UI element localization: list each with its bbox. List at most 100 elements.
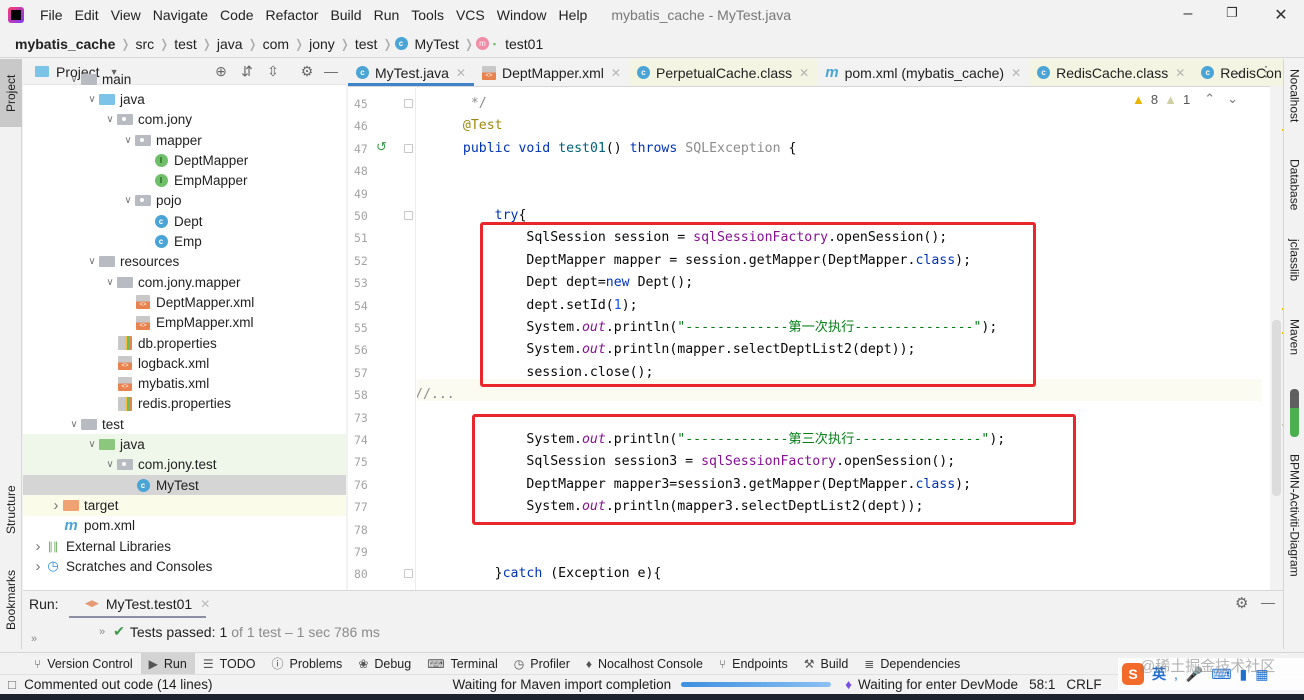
collapse-arrow-icon[interactable]: › (31, 558, 45, 575)
expand-arrow-icon[interactable]: ∨ (103, 277, 117, 288)
tab-maven[interactable]: Maven (1284, 319, 1304, 379)
tool-window-problems[interactable]: ⓘ Problems (264, 653, 351, 675)
tree-item[interactable]: ∨ java (23, 89, 346, 109)
tree-item[interactable]: <> DeptMapper.xml (23, 292, 346, 312)
tool-window-run[interactable]: ▶ Run (140, 652, 195, 675)
expand-arrow-icon[interactable]: ∨ (85, 439, 99, 450)
tree-item[interactable]: c MyTest (23, 475, 346, 496)
tool-window-nocalhost-console[interactable]: ♦ Nocalhost Console (578, 653, 711, 675)
tree-item[interactable]: I DeptMapper (23, 150, 346, 170)
run-tab-mytest[interactable]: ◀▶ MyTest.test01 ✕ (69, 591, 210, 618)
tool-window-debug[interactable]: ❀ Debug (350, 653, 419, 675)
restore-button[interactable]: ❐ (1222, 5, 1242, 21)
next-highlight-icon[interactable]: ⌄ (1227, 91, 1238, 107)
expand-icon[interactable]: » (99, 626, 105, 638)
close-tab-icon[interactable]: ✕ (1175, 66, 1185, 80)
editor-tab[interactable]: m pom.xml (mybatis_cache) ✕ (817, 59, 1029, 86)
tree-item[interactable]: › ∥∥ External Libraries (23, 536, 346, 556)
tool-window-version-control[interactable]: ⑂ Version Control (26, 653, 141, 675)
tool-window-todo[interactable]: ☰ TODO (195, 653, 264, 675)
menu-edit[interactable]: Edit (69, 7, 105, 23)
tab-project[interactable]: Project (0, 59, 22, 127)
tree-item[interactable]: ∨ main (23, 69, 346, 89)
more-actions-icon[interactable]: » (31, 633, 37, 645)
caret-position[interactable]: 58:1 (1029, 677, 1055, 692)
tree-item[interactable]: I EmpMapper (23, 171, 346, 191)
minimize-button[interactable]: – (1178, 5, 1198, 23)
line-ending[interactable]: CRLF (1066, 677, 1101, 692)
code-line[interactable]: //... (417, 384, 455, 406)
tree-item[interactable]: ∨ com.jony.mapper (23, 272, 346, 292)
tab-list-chevron-icon[interactable]: ⌄ (1234, 64, 1244, 78)
tab-structure[interactable]: Structure (0, 469, 22, 551)
breadcrumb-item[interactable]: mybatis_cache (12, 36, 118, 52)
menu-build[interactable]: Build (324, 7, 367, 23)
breadcrumb-item[interactable]: test (171, 36, 200, 52)
tool-window-terminal[interactable]: ⌨ Terminal (419, 653, 506, 675)
collapse-arrow-icon[interactable]: › (49, 497, 63, 514)
code-area[interactable]: */ @Test public void test01() throws SQL… (417, 88, 1270, 590)
menu-refactor[interactable]: Refactor (260, 7, 325, 23)
tree-item[interactable]: › target (23, 495, 346, 516)
tool-window-profiler[interactable]: ◷ Profiler (506, 653, 578, 675)
hide-panel-icon[interactable]: — (1261, 594, 1275, 610)
devmode-status[interactable]: Waiting for enter DevMode (858, 677, 1018, 692)
collapse-arrow-icon[interactable]: › (31, 538, 45, 555)
tree-item[interactable]: › ◷ Scratches and Consoles (23, 556, 346, 576)
expand-arrow-icon[interactable]: ∨ (121, 195, 135, 206)
close-tab-icon[interactable]: ✕ (611, 66, 621, 80)
editor-scrollbar[interactable] (1272, 320, 1281, 496)
menu-view[interactable]: View (105, 7, 147, 23)
fold-toggle-icon[interactable] (404, 99, 413, 108)
menu-help[interactable]: Help (553, 7, 594, 23)
menu-window[interactable]: Window (491, 7, 553, 23)
tab-nocalhost[interactable]: Nocalhost (1284, 69, 1304, 149)
background-task[interactable]: Waiting for Maven import completion (453, 677, 672, 692)
menu-navigate[interactable]: Navigate (147, 7, 214, 23)
panel-toggle-icon[interactable]: □ (8, 677, 16, 692)
inspection-widget[interactable]: ▲ 8 ▲ 1 ⌃ ⌄ (1132, 91, 1238, 107)
expand-arrow-icon[interactable]: ∨ (85, 256, 99, 267)
tree-item[interactable]: ∨ resources (23, 252, 346, 272)
breadcrumb-item[interactable]: src (132, 36, 157, 52)
close-icon[interactable]: ✕ (200, 597, 210, 611)
code-line[interactable]: public void test01() throws SQLException… (447, 138, 797, 160)
menu-code[interactable]: Code (214, 7, 259, 23)
tree-item[interactable]: ∨ test (23, 414, 346, 434)
code-line[interactable]: */ (447, 93, 487, 115)
more-tabs-icon[interactable]: ⋮ (1259, 63, 1273, 80)
menu-run[interactable]: Run (368, 7, 406, 23)
breadcrumb-item[interactable]: test (352, 36, 381, 52)
editor-tab[interactable]: c MyTest.java ✕ (348, 59, 474, 86)
expand-arrow-icon[interactable]: ∨ (85, 94, 99, 105)
fold-toggle-icon[interactable] (404, 143, 413, 153)
tree-item[interactable]: ∨ java (23, 434, 346, 455)
tool-window-dependencies[interactable]: ≣ Dependencies (856, 653, 968, 675)
gear-icon[interactable]: ⚙ (1235, 594, 1248, 612)
tree-item[interactable]: <> EmpMapper.xml (23, 313, 346, 333)
breadcrumb-item[interactable]: test01 (502, 36, 546, 52)
expand-arrow-icon[interactable]: ∨ (103, 114, 117, 125)
tab-bpmn-activiti-diagram[interactable]: BPMN-Activiti-Diagram (1284, 454, 1304, 639)
tab-database[interactable]: Database (1284, 159, 1304, 229)
tool-window-endpoints[interactable]: ⑂ Endpoints (711, 653, 796, 675)
expand-arrow-icon[interactable]: ∨ (67, 74, 81, 85)
tab-jclasslib[interactable]: jclasslib (1284, 239, 1304, 309)
code-line[interactable]: @Test (447, 115, 503, 137)
expand-arrow-icon[interactable]: ∨ (67, 419, 81, 430)
tree-item[interactable]: redis.properties (23, 394, 346, 414)
tree-item[interactable]: c Emp (23, 231, 346, 251)
previous-highlight-icon[interactable]: ⌃ (1204, 91, 1215, 107)
tree-item[interactable]: m pom.xml (23, 516, 346, 536)
close-tab-icon[interactable]: ✕ (799, 66, 809, 80)
breadcrumb-item[interactable]: java (214, 36, 246, 52)
breadcrumb-item[interactable]: jony (306, 36, 338, 52)
tree-item[interactable]: ∨ com.jony.test (23, 454, 346, 475)
tree-item[interactable]: <> mybatis.xml (23, 374, 346, 394)
breadcrumb-item[interactable]: com (260, 36, 292, 52)
tree-item[interactable]: ∨ mapper (23, 130, 346, 150)
breadcrumb-item[interactable]: MyTest (412, 36, 462, 52)
tree-item[interactable]: db.properties (23, 333, 346, 353)
close-window-button[interactable]: ✕ (1271, 5, 1291, 25)
editor-tab[interactable]: c PerpetualCache.class ✕ (628, 59, 818, 86)
